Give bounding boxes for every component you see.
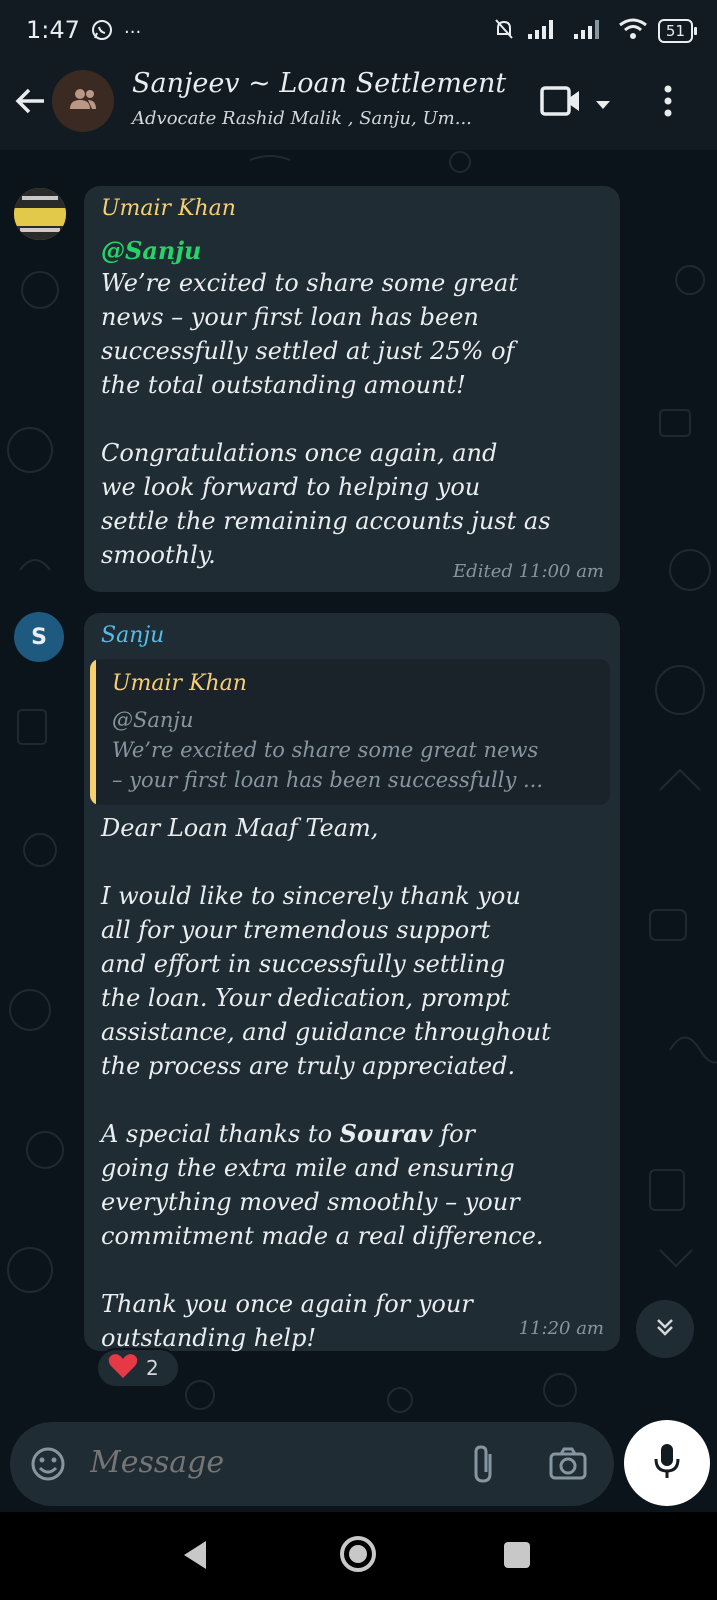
chat-title[interactable]: Sanjeev ~ Loan Settlement xyxy=(132,68,506,99)
message-text-part1: Dear Loan Maaf Team, I would like to sin… xyxy=(101,814,551,1148)
message-text-bold: Sourav xyxy=(339,1119,433,1148)
group-avatar[interactable] xyxy=(52,70,114,132)
mention[interactable]: @Sanju xyxy=(101,236,201,265)
nav-recents-icon[interactable] xyxy=(504,1542,530,1568)
message-input-box[interactable] xyxy=(10,1422,614,1506)
avatar-letter: S xyxy=(31,624,47,650)
quote-accent-bar xyxy=(90,659,96,805)
message-text-part2: for going the extra mile and ensuring ev… xyxy=(101,1120,544,1352)
status-right-icons: 51 xyxy=(492,17,698,45)
double-chevron-down-icon xyxy=(653,1315,677,1343)
quoted-message[interactable]: Umair Khan @Sanju We’re excited to share… xyxy=(90,659,610,805)
voice-record-button[interactable] xyxy=(624,1420,710,1506)
call-dropdown-icon[interactable] xyxy=(594,96,612,115)
message-text: Dear Loan Maaf Team, I would like to sin… xyxy=(101,811,606,1355)
message-sender[interactable]: Umair Khan xyxy=(101,196,236,221)
sender-avatar-sanju[interactable]: S xyxy=(14,612,64,662)
message-timestamp: 11:20 am xyxy=(518,1318,604,1339)
chat-header: Sanjeev ~ Loan Settlement Advocate Rashi… xyxy=(0,62,717,150)
message-bubble[interactable]: Sanju Umair Khan @Sanju We’re excited to… xyxy=(84,613,620,1352)
status-left-icons: ··· xyxy=(90,18,141,46)
message-composer xyxy=(0,1416,717,1512)
chat-participants[interactable]: Advocate Rashid Malik , Sanju, Um... xyxy=(132,108,472,129)
message-sender[interactable]: Sanju xyxy=(101,623,164,648)
nav-back-icon[interactable] xyxy=(180,1538,210,1576)
sender-avatar-umair[interactable] xyxy=(14,188,66,240)
attach-paperclip-icon[interactable] xyxy=(470,1444,496,1488)
nav-home-icon[interactable] xyxy=(338,1534,378,1578)
reaction-count: 2 xyxy=(146,1356,159,1380)
video-call-icon[interactable] xyxy=(540,84,582,122)
microphone-icon xyxy=(652,1442,682,1484)
back-arrow-icon[interactable] xyxy=(14,84,48,122)
message-timestamp: Edited 11:00 am xyxy=(453,561,604,582)
message-input[interactable] xyxy=(88,1444,432,1481)
scroll-to-bottom-button[interactable] xyxy=(636,1300,694,1358)
signal-icon-1 xyxy=(526,18,562,44)
more-notifications-icon: ··· xyxy=(124,21,142,43)
camera-icon[interactable] xyxy=(548,1446,588,1484)
system-navigation-bar xyxy=(0,1512,717,1600)
message-bubble[interactable]: Umair Khan @Sanju We’re excited to share… xyxy=(84,186,620,592)
message-text: We’re excited to share some great news –… xyxy=(101,269,551,569)
status-time: 1:47 xyxy=(26,16,80,44)
status-bar: 1:47 ··· 51 xyxy=(0,0,717,62)
reaction-pill[interactable]: 2 xyxy=(96,1348,180,1388)
signal-icon-2 xyxy=(572,18,608,44)
battery-indicator: 51 xyxy=(657,19,698,43)
quoted-sender: Umair Khan xyxy=(112,671,247,696)
whatsapp-icon xyxy=(90,18,114,46)
more-options-icon[interactable] xyxy=(664,84,672,122)
message-list[interactable]: Umair Khan @Sanju We’re excited to share… xyxy=(0,150,717,1416)
quoted-text: @Sanju We’re excited to share some great… xyxy=(112,708,544,792)
wifi-icon xyxy=(618,17,648,45)
group-people-icon xyxy=(68,88,98,114)
emoji-sticker-icon[interactable] xyxy=(30,1446,66,1486)
mute-bell-icon xyxy=(492,17,516,45)
heart-icon xyxy=(108,1353,138,1383)
